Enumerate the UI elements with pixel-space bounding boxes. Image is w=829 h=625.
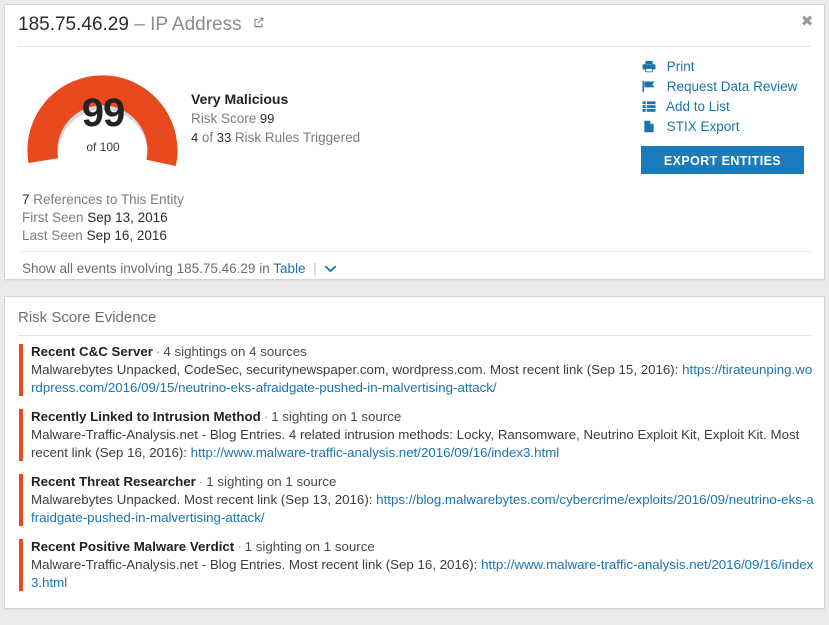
references-block: 7 References to This Entity First Seen S… <box>22 191 184 245</box>
rules-total-count: 33 <box>216 130 232 145</box>
stix-export-label: STIX Export <box>666 119 740 134</box>
references-count: 7 <box>22 192 30 207</box>
external-link-icon[interactable] <box>252 16 265 29</box>
events-separator: | <box>313 261 317 276</box>
add-to-list-label: Add to List <box>666 99 730 114</box>
rules-triggered-of: of <box>201 130 214 145</box>
last-seen-line: Last Seen Sep 16, 2016 <box>22 227 184 245</box>
evidence-section-title: Risk Score Evidence <box>18 309 157 326</box>
evidence-accent-bar <box>19 409 23 461</box>
evidence-item: Recent C&C Server · 4 sightings on 4 sourc… <box>19 343 814 397</box>
evidence-item-title: Recent Threat Researcher <box>31 474 196 489</box>
evidence-item: Recently Linked to Intrusion Method · 1 si… <box>19 408 814 462</box>
gauge-max-label: of 100 <box>86 140 120 154</box>
first-seen-line: First Seen Sep 13, 2016 <box>22 209 184 227</box>
page-title: 185.75.46.29 – IP Address <box>18 14 265 36</box>
show-events-entity: 185.75.46.29 <box>176 261 256 276</box>
print-label: Print <box>666 59 695 74</box>
last-seen-value: Sep 16, 2016 <box>86 228 167 243</box>
evidence-bullet-separator: · <box>155 344 161 359</box>
evidence-item-description: Malware-Traffic-Analysis.net - Blog Entr… <box>31 557 478 572</box>
evidence-item-title: Recent C&C Server <box>31 344 153 359</box>
evidence-item-header: Recent Threat Researcher · 1 sighting on 1… <box>31 473 814 491</box>
first-seen-label: First Seen <box>22 210 84 225</box>
rules-triggered-count: 4 <box>191 130 199 145</box>
evidence-sighting-count: 1 sighting on 1 source <box>206 474 337 489</box>
entity-ip: 185.75.46.29 <box>18 14 129 35</box>
references-count-label: References to This Entity <box>33 192 184 207</box>
evidence-sighting-count: 4 sightings on 4 sources <box>163 344 307 359</box>
evidence-sighting-count: 1 sighting on 1 source <box>244 539 375 554</box>
evidence-item-body: Malware-Traffic-Analysis.net - Blog Entr… <box>31 426 814 462</box>
evidence-item-title: Recently Linked to Intrusion Method <box>31 409 261 424</box>
table-view-link[interactable]: Table <box>273 261 305 276</box>
request-data-review-label: Request Data Review <box>666 79 798 94</box>
gauge-score-value: 99 <box>81 91 126 135</box>
evidence-item-description: Malwarebytes Unpacked, CodeSec, security… <box>31 362 679 377</box>
show-events-middle: in <box>259 261 270 276</box>
card-header: 185.75.46.29 – IP Address ✖ <box>18 5 813 47</box>
evidence-accent-bar <box>19 474 23 526</box>
evidence-item-title: Recent Positive Malware Verdict <box>31 539 235 554</box>
evidence-item-header: Recently Linked to Intrusion Method · 1 si… <box>31 408 814 426</box>
actions-panel: Print Request Data Review Add to List ST… <box>641 57 821 174</box>
evidence-source-link[interactable]: http://www.malware-traffic-analysis.net/… <box>191 445 560 460</box>
evidence-accent-bar <box>19 539 23 591</box>
entity-type-label: – IP Address <box>134 14 242 35</box>
document-icon <box>641 120 657 133</box>
stix-export-link[interactable]: STIX Export <box>641 117 821 137</box>
close-icon[interactable]: ✖ <box>797 11 817 31</box>
risk-score-value: 99 <box>259 111 275 126</box>
evidence-item-body: Malware-Traffic-Analysis.net - Blog Entr… <box>31 556 814 592</box>
evidence-divider <box>18 335 811 336</box>
references-count-line: 7 References to This Entity <box>22 191 184 209</box>
risk-verdict: Very Malicious <box>191 91 289 107</box>
evidence-item-body: Malwarebytes Unpacked. Most recent link … <box>31 491 814 527</box>
evidence-item-header: Recent Positive Malware Verdict · 1 sighti… <box>31 538 814 556</box>
risk-score-evidence-card: Risk Score Evidence Recent C&C Server · 4 … <box>4 296 825 609</box>
evidence-item-body: Malwarebytes Unpacked, CodeSec, security… <box>31 361 814 397</box>
last-seen-label: Last Seen <box>22 228 83 243</box>
chevron-down-icon[interactable] <box>324 265 336 273</box>
evidence-bullet-separator: · <box>263 409 269 424</box>
evidence-bullet-separator: · <box>237 539 242 554</box>
evidence-bullet-separator: · <box>198 474 204 489</box>
risk-summary: Very Malicious Risk Score 99 4 of 33 Ris… <box>191 90 360 147</box>
evidence-item-header: Recent C&C Server · 4 sightings on 4 sourc… <box>31 343 814 361</box>
evidence-sighting-count: 1 sighting on 1 source <box>271 409 402 424</box>
risk-score-gauge: 99 of 100 <box>27 57 179 169</box>
export-entities-button[interactable]: EXPORT ENTITIES <box>641 146 804 174</box>
print-link[interactable]: Print <box>641 57 821 77</box>
evidence-item-description: Malwarebytes Unpacked. Most recent link … <box>31 492 373 507</box>
risk-score-label: Risk Score <box>191 111 257 126</box>
risk-score-line: Risk Score 99 <box>191 109 360 128</box>
risk-rules-line: 4 of 33 Risk Rules Triggered <box>191 128 360 147</box>
list-icon <box>641 100 657 113</box>
printer-icon <box>641 60 657 73</box>
add-to-list-link[interactable]: Add to List <box>641 97 821 117</box>
entity-summary-card: 185.75.46.29 – IP Address ✖ 99 of 100 Ve… <box>4 4 825 280</box>
flag-icon <box>641 80 657 93</box>
rules-triggered-label: Risk Rules Triggered <box>234 130 361 145</box>
request-data-review-link[interactable]: Request Data Review <box>641 77 821 97</box>
evidence-accent-bar <box>19 344 23 396</box>
show-events-prefix: Show all events involving <box>22 261 173 276</box>
evidence-item: Recent Positive Malware Verdict · 1 sighti… <box>19 538 814 592</box>
evidence-item: Recent Threat Researcher · 1 sighting on 1… <box>19 473 814 527</box>
show-all-events-row: Show all events involving 185.75.46.29 i… <box>22 251 811 276</box>
first-seen-value: Sep 13, 2016 <box>87 210 168 225</box>
evidence-list: Recent C&C Server · 4 sightings on 4 sourc… <box>19 343 814 603</box>
